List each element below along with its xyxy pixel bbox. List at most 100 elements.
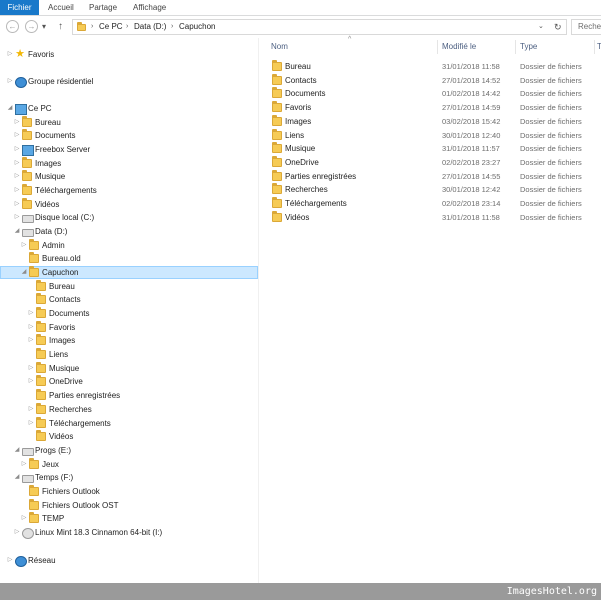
recent-locations-icon[interactable]: ▾ bbox=[42, 20, 46, 33]
collapse-arrow-icon[interactable]: ▷ bbox=[13, 129, 21, 142]
expand-arrow-icon[interactable]: ◢ bbox=[13, 225, 21, 238]
nav-item[interactable]: ▷ Recherches bbox=[0, 403, 258, 416]
nav-item[interactable]: Bureau.old bbox=[0, 252, 258, 265]
file-row[interactable]: Recherches 30/01/2018 12:42 Dossier de fic… bbox=[268, 183, 588, 196]
column-header-size[interactable]: T bbox=[597, 40, 601, 54]
expand-arrow-icon[interactable]: ◢ bbox=[20, 266, 28, 279]
column-divider[interactable] bbox=[515, 40, 516, 54]
file-row[interactable]: Favoris 27/01/2018 14:59 Dossier de fichie… bbox=[268, 101, 588, 114]
tab-affichage[interactable]: Affichage bbox=[133, 0, 166, 15]
nav-item[interactable]: Fichiers Outlook OST bbox=[0, 499, 258, 512]
file-row[interactable]: Musique 31/01/2018 11:57 Dossier de fichie… bbox=[268, 142, 588, 155]
nav-item[interactable]: ▷ Images bbox=[0, 334, 258, 347]
file-row[interactable]: Liens 30/01/2018 12:40 Dossier de fichiers bbox=[268, 128, 588, 142]
nav-item[interactable]: ◢ Capuchon bbox=[0, 266, 258, 279]
nav-item[interactable]: ▷ Musique bbox=[0, 170, 258, 183]
nav-item[interactable]: Contacts bbox=[0, 293, 258, 306]
nav-item[interactable]: ◢ Ce PC bbox=[0, 102, 258, 115]
nav-item[interactable]: Liens bbox=[0, 348, 258, 361]
collapse-arrow-icon[interactable]: ▷ bbox=[13, 157, 21, 170]
expand-arrow-icon[interactable]: ◢ bbox=[13, 471, 21, 484]
nav-item[interactable]: ▷ Linux Mint 18.3 Cinnamon 64-bit (I:) bbox=[0, 526, 258, 539]
nav-item[interactable]: ▷ Réseau bbox=[0, 554, 258, 567]
nav-item[interactable]: ◢ Data (D:) bbox=[0, 225, 258, 238]
column-header-modified[interactable]: Modifié le bbox=[442, 40, 476, 54]
chevron-right-icon[interactable]: › bbox=[91, 20, 93, 34]
up-arrow-icon[interactable]: ↑ bbox=[58, 20, 63, 33]
collapse-arrow-icon[interactable]: ▷ bbox=[27, 334, 35, 347]
nav-item[interactable]: ▷ Bureau bbox=[0, 116, 258, 129]
collapse-arrow-icon[interactable]: ▷ bbox=[27, 307, 35, 320]
nav-item[interactable]: Parties enregistrées bbox=[0, 389, 258, 402]
file-row[interactable]: Documents 01/02/2018 14:42 Dossier de fich… bbox=[268, 87, 588, 100]
folder-icon bbox=[22, 198, 32, 209]
tab-partage[interactable]: Partage bbox=[89, 0, 117, 15]
chevron-right-icon[interactable]: › bbox=[126, 20, 128, 34]
collapse-arrow-icon[interactable]: ▷ bbox=[13, 143, 21, 156]
forward-button[interactable]: → bbox=[25, 20, 38, 33]
file-row[interactable]: Bureau 31/01/2018 11:58 Dossier de fichier… bbox=[268, 60, 588, 73]
file-row[interactable]: OneDrive 02/02/2018 23:27 Dossier de fichi… bbox=[268, 155, 588, 169]
column-divider[interactable] bbox=[594, 40, 595, 54]
collapse-arrow-icon[interactable]: ▷ bbox=[13, 184, 21, 197]
nav-item[interactable]: ◢ Temps (F:) bbox=[0, 471, 258, 484]
nav-item[interactable]: ◢ Progs (E:) bbox=[0, 444, 258, 457]
column-header-type[interactable]: Type bbox=[520, 40, 537, 54]
collapse-arrow-icon[interactable]: ▷ bbox=[13, 170, 21, 183]
nav-item[interactable]: ▷ Musique bbox=[0, 362, 258, 375]
collapse-arrow-icon[interactable]: ▷ bbox=[27, 362, 35, 375]
address-bar[interactable]: › Ce PC › Data (D:) › Capuchon ⌄ ↻ bbox=[72, 19, 567, 35]
nav-item[interactable]: ▷ Téléchargements bbox=[0, 184, 258, 197]
collapse-arrow-icon[interactable]: ▷ bbox=[27, 321, 35, 334]
nav-item[interactable]: ▷ ★ Favoris bbox=[0, 48, 258, 61]
collapse-arrow-icon[interactable]: ▷ bbox=[6, 554, 14, 567]
search-input[interactable]: Recher bbox=[571, 19, 601, 35]
refresh-icon[interactable]: ↻ bbox=[554, 20, 562, 34]
nav-item[interactable]: ▷ Téléchargements bbox=[0, 417, 258, 430]
nav-item[interactable]: ▷ Favoris bbox=[0, 321, 258, 334]
nav-item[interactable]: ▷ TEMP bbox=[0, 512, 258, 525]
column-divider[interactable] bbox=[437, 40, 438, 54]
nav-item[interactable]: ▷ Freebox Server bbox=[0, 143, 258, 156]
collapse-arrow-icon[interactable]: ▷ bbox=[20, 239, 28, 252]
chevron-right-icon[interactable]: › bbox=[171, 20, 173, 34]
collapse-arrow-icon[interactable]: ▷ bbox=[13, 211, 21, 224]
nav-item[interactable]: Vidéos bbox=[0, 430, 258, 443]
collapse-arrow-icon[interactable]: ▷ bbox=[6, 48, 14, 61]
file-row[interactable]: Images 03/02/2018 15:42 Dossier de fichier… bbox=[268, 114, 588, 128]
nav-item[interactable]: ▷ Vidéos bbox=[0, 198, 258, 211]
collapse-arrow-icon[interactable]: ▷ bbox=[20, 458, 28, 471]
nav-item[interactable]: ▷ Admin bbox=[0, 239, 258, 252]
tab-fichier[interactable]: Fichier bbox=[0, 0, 39, 15]
nav-item[interactable]: ▷ Images bbox=[0, 157, 258, 170]
nav-item[interactable]: ▷ Documents bbox=[0, 307, 258, 320]
collapse-arrow-icon[interactable]: ▷ bbox=[13, 198, 21, 211]
collapse-arrow-icon[interactable]: ▷ bbox=[6, 75, 14, 88]
file-row[interactable]: Vidéos 31/01/2018 11:58 Dossier de fichier… bbox=[268, 210, 588, 224]
collapse-arrow-icon[interactable]: ▷ bbox=[20, 512, 28, 525]
collapse-arrow-icon[interactable]: ▷ bbox=[27, 375, 35, 388]
nav-item[interactable]: ▷ Documents bbox=[0, 129, 258, 142]
collapse-arrow-icon[interactable]: ▷ bbox=[27, 417, 35, 430]
collapse-arrow-icon[interactable]: ▷ bbox=[27, 403, 35, 416]
column-header-name[interactable]: Nom bbox=[271, 40, 288, 54]
back-button[interactable]: ← bbox=[6, 20, 19, 33]
expand-arrow-icon[interactable]: ◢ bbox=[6, 102, 14, 115]
collapse-arrow-icon[interactable]: ▷ bbox=[13, 116, 21, 129]
expand-arrow-icon[interactable]: ◢ bbox=[13, 444, 21, 457]
nav-item[interactable]: ▷ Groupe résidentiel bbox=[0, 75, 258, 88]
file-row[interactable]: Contacts 27/01/2018 14:52 Dossier de fichi… bbox=[268, 73, 588, 87]
file-row[interactable]: Téléchargements 02/02/2018 23:14 Dossier d… bbox=[268, 197, 588, 210]
breadcrumb-capuchon[interactable]: Capuchon bbox=[179, 20, 215, 34]
breadcrumb-ce-pc[interactable]: Ce PC bbox=[99, 20, 123, 34]
nav-item[interactable]: ▷ OneDrive bbox=[0, 375, 258, 388]
file-row[interactable]: Parties enregistrées 27/01/2018 14:55 Doss… bbox=[268, 169, 588, 183]
nav-item[interactable]: Fichiers Outlook bbox=[0, 485, 258, 498]
tab-accueil[interactable]: Accueil bbox=[48, 0, 74, 15]
collapse-arrow-icon[interactable]: ▷ bbox=[13, 526, 21, 539]
nav-item[interactable]: ▷ Disque local (C:) bbox=[0, 211, 258, 224]
nav-item[interactable]: ▷ Jeux bbox=[0, 458, 258, 471]
breadcrumb-data-d[interactable]: Data (D:) bbox=[134, 20, 166, 34]
nav-item[interactable]: Bureau bbox=[0, 280, 258, 293]
chevron-down-icon[interactable]: ⌄ bbox=[538, 20, 544, 34]
